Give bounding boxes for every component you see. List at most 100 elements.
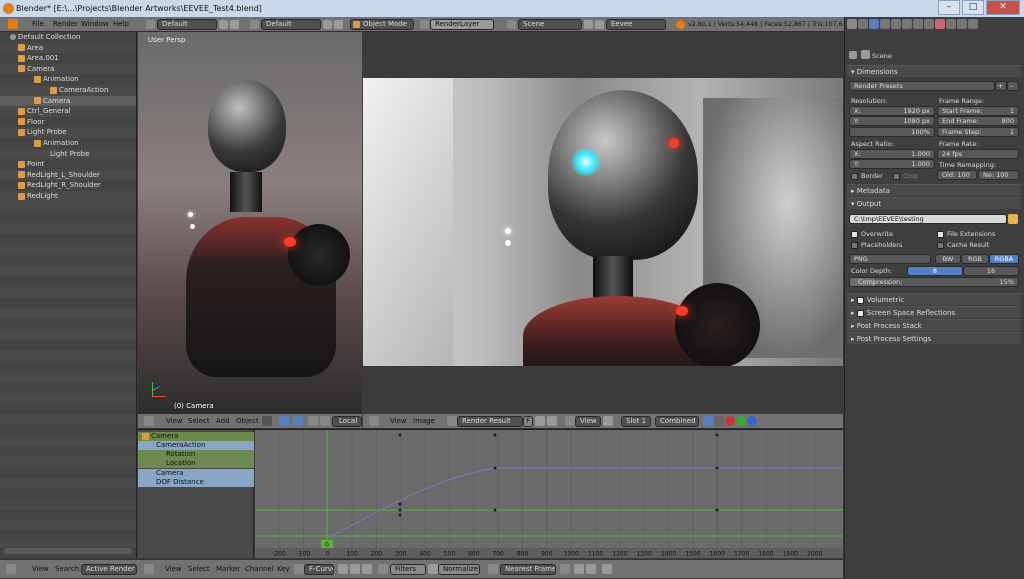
keyframe-point[interactable] [493,433,497,437]
image-select[interactable]: Render Result [457,416,523,427]
render-presets-select[interactable]: Render Presets [849,81,995,91]
fcurve-graph[interactable]: -200 -100 0 100 200 300 400 500 600 700 800 900 1000… [255,430,843,558]
resolution-y-field[interactable]: Y: 1080 px [849,116,935,126]
graph-marker-menu[interactable]: Marker [216,560,240,579]
metadata-section-header[interactable]: ▸ Metadata [847,184,1021,196]
post-process-settings-header[interactable]: ▸ Post Process Settings [847,332,1021,344]
menu-render[interactable]: Render [53,17,78,32]
graph-mode-select[interactable]: F-Curve [304,564,334,575]
3d-viewport[interactable]: User Persp (0) Camera [138,32,362,414]
editor-type-icon[interactable] [144,564,154,574]
color-bw-button[interactable]: BW [935,254,961,264]
aspect-y-field[interactable]: Y: 1.000 [849,159,935,169]
add-preset-button[interactable]: + [995,81,1007,91]
outliner-row[interactable]: Default Collection [0,32,136,43]
outliner-row[interactable]: Area.001 [0,53,136,64]
checkbox-icon[interactable] [856,296,864,304]
auto-snap-icon[interactable] [488,564,498,574]
modifiers-tab-icon[interactable] [913,19,923,29]
graph-key-menu[interactable]: Key [277,560,290,579]
fake-user-button[interactable]: F [523,416,533,427]
physics-tab-icon[interactable] [968,19,978,29]
output-section-header[interactable]: ▾ Output [847,197,1021,209]
keyframe-point[interactable] [398,513,402,517]
keyframe-point[interactable] [398,433,402,437]
crop-checkbox[interactable]: Crop [893,172,918,180]
cache-result-checkbox[interactable]: Cache Result [937,241,989,249]
outliner-row[interactable]: Floor [0,117,136,128]
outliner-row[interactable]: RedLight [0,191,136,202]
outliner-editor-icon[interactable] [6,564,16,574]
maximize-button[interactable]: □ [962,0,984,15]
outliner-row[interactable]: CameraAction [0,85,136,96]
material-tab-icon[interactable] [935,19,945,29]
only-selected-icon[interactable] [338,564,348,574]
blue-channel-icon[interactable] [747,416,757,426]
menu-window[interactable]: Window [81,17,109,32]
outliner-view-menu[interactable]: View [32,560,49,579]
image-editor-render[interactable] [363,32,843,414]
keyframe-point[interactable] [493,508,497,512]
data-tab-icon[interactable] [924,19,934,29]
image-close-icon[interactable] [547,416,557,426]
add-screen-icon[interactable] [323,20,332,29]
graph-channel-menu[interactable]: Channel [245,560,274,579]
keyframe-point[interactable] [398,502,402,506]
green-channel-icon[interactable] [736,416,746,426]
image-view-menu[interactable]: View [390,414,407,429]
editor-type-icon[interactable] [144,416,154,426]
outliner-row[interactable]: RedLight_R_Shoulder [0,180,136,191]
viewport-object-menu[interactable]: Object [236,414,259,429]
scene-select[interactable]: Scene [518,19,582,30]
outliner-row[interactable]: Area [0,42,136,54]
channel-row[interactable]: Rotation [138,450,254,459]
volumetric-section-header[interactable]: ▸ Volumetric [847,293,1021,305]
keyframe-point[interactable] [493,466,497,470]
channel-row[interactable]: CameraAction [138,441,254,450]
viewport-add-menu[interactable]: Add [216,414,230,429]
image-image-menu[interactable]: Image [413,414,435,429]
filter-icon[interactable] [378,564,388,574]
channel-row[interactable]: Camera [138,432,254,441]
outliner-row[interactable]: Animation [0,74,136,85]
ssr-section-header[interactable]: ▸ Screen Space Reflections [847,306,1021,318]
keyframe-point[interactable] [715,508,719,512]
filters-button[interactable]: Filters [390,564,426,575]
remove-preset-button[interactable]: – [1007,81,1019,91]
object-tab-icon[interactable] [891,19,901,29]
outliner-row[interactable]: Point [0,159,136,170]
paste-keys-icon[interactable] [586,564,596,574]
normalize-icon[interactable] [428,564,438,574]
image-browse-icon[interactable] [447,416,457,426]
file-format-select[interactable]: PNG [849,254,931,264]
border-checkbox[interactable]: Border [851,172,883,180]
color-rgb-button[interactable]: RGB [961,254,989,264]
keyframe-point[interactable] [715,433,719,437]
depth-8-button[interactable]: 8 [907,266,963,276]
close-button[interactable]: ✕ [986,0,1020,15]
manipulator-icon[interactable] [293,416,303,426]
remove-screen-icon[interactable] [334,20,343,29]
resolution-x-field[interactable]: X: 1920 px [849,106,935,116]
red-channel-icon[interactable] [725,416,735,426]
scene-tab-icon[interactable] [869,19,879,29]
folder-icon[interactable] [1008,214,1018,224]
screen-select[interactable]: Default [261,19,321,30]
outliner-row[interactable]: Animation [0,138,136,149]
outliner-scrollbar[interactable] [4,548,132,554]
menu-help[interactable]: Help [113,17,129,32]
outliner-search-menu[interactable]: Search [55,560,79,579]
post-process-stack-header[interactable]: ▸ Post Process Stack [847,319,1021,331]
editor-type-icon[interactable] [369,416,379,426]
menu-file[interactable]: File [32,17,44,32]
channel-row[interactable]: Location [138,459,254,468]
keyframe-point[interactable] [715,466,719,470]
end-frame-field[interactable]: End Frame: 800 [937,116,1019,126]
render-layers-tab-icon[interactable] [858,19,868,29]
render-engine-select[interactable]: Eevee [606,19,666,30]
transform-orientation-select[interactable]: Local [332,416,362,427]
graph-editor-area[interactable]: -200 -100 0 100 200 300 400 500 600 700 800 900 1000… [255,430,843,558]
pivot-icon[interactable] [560,564,570,574]
viewport-select-menu[interactable]: Select [188,414,210,429]
create-ghost-icon[interactable] [602,564,612,574]
